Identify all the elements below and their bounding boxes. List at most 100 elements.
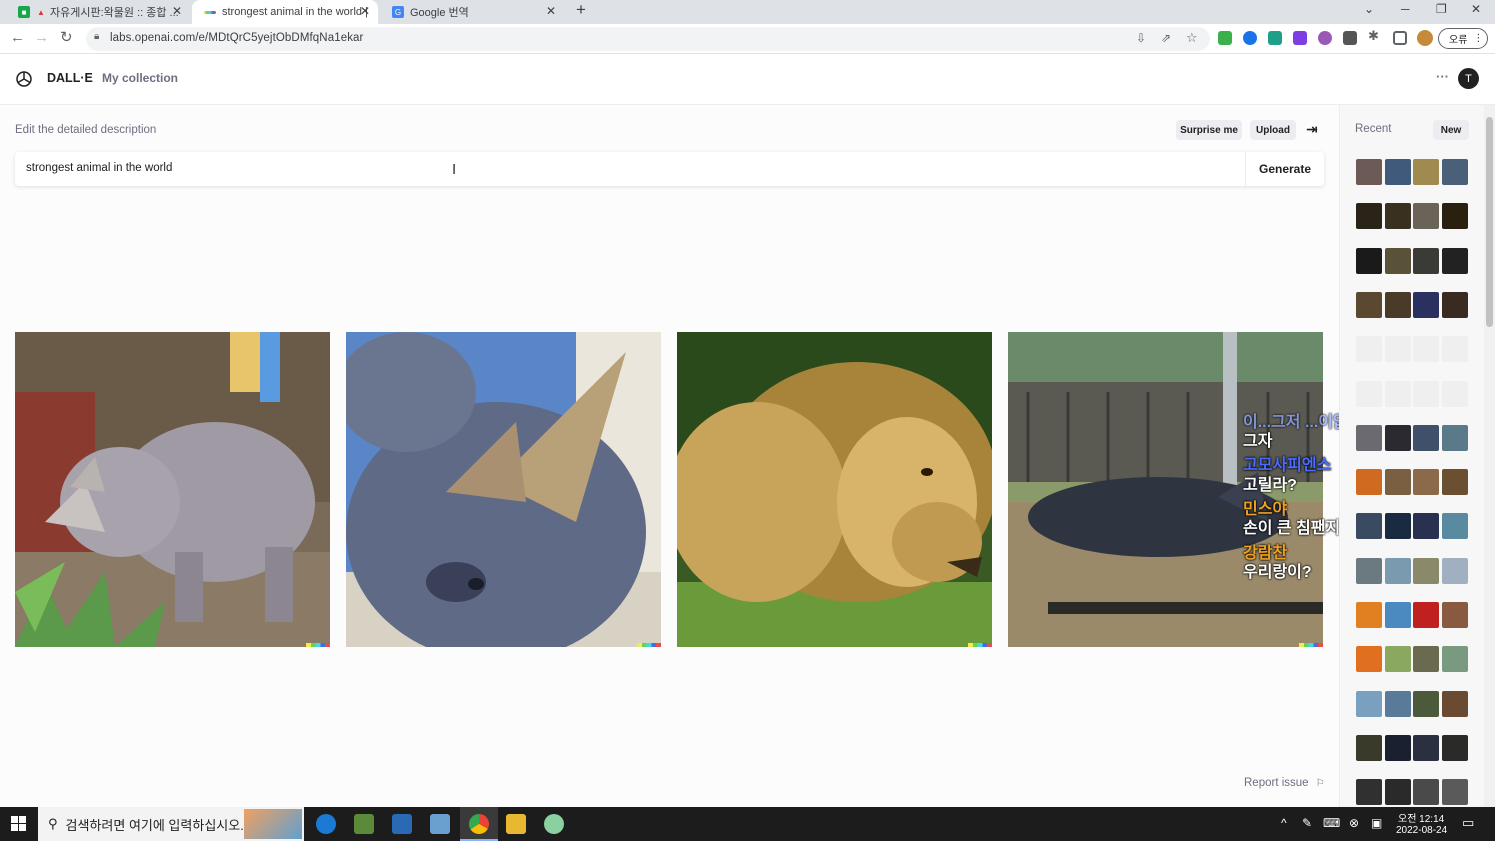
- recent-thumbnail[interactable]: [1384, 557, 1411, 584]
- recent-thumbnail[interactable]: [1356, 336, 1382, 363]
- recent-thumbnail[interactable]: [1356, 557, 1382, 584]
- close-tab-icon[interactable]: ✕: [360, 4, 370, 18]
- recent-thumbnail[interactable]: [1384, 646, 1411, 673]
- recent-thumbnail[interactable]: [1384, 424, 1411, 451]
- recent-thumbnail[interactable]: [1413, 159, 1439, 185]
- install-icon[interactable]: ⇩: [1136, 31, 1146, 45]
- recent-thumbnail[interactable]: [1413, 380, 1439, 407]
- report-issue-link[interactable]: Report issue ⚐: [1244, 777, 1325, 789]
- windows-start-icon[interactable]: [11, 816, 26, 831]
- collapse-sidebar-icon[interactable]: ⇥: [1306, 121, 1318, 138]
- recent-thumbnail[interactable]: [1356, 779, 1382, 806]
- extension-s-icon[interactable]: [1268, 31, 1282, 45]
- recent-thumbnail[interactable]: [1384, 336, 1411, 363]
- address-bar[interactable]: 🔒︎ labs.openai.com/e/MDtQrC5yejtObDMfqNa…: [86, 27, 1210, 51]
- minimize-icon[interactable]: ─: [1401, 2, 1410, 16]
- recent-thumbnail[interactable]: [1384, 779, 1411, 806]
- recent-thumbnail[interactable]: [1356, 646, 1382, 673]
- recent-thumbnail[interactable]: [1413, 247, 1439, 274]
- result-image-1[interactable]: [15, 332, 330, 647]
- brand-link[interactable]: DALL·E: [47, 71, 93, 85]
- recent-thumbnail[interactable]: [1384, 291, 1411, 318]
- scrollbar-thumb[interactable]: [1486, 117, 1493, 327]
- recent-thumbnail[interactable]: [1413, 690, 1439, 717]
- recent-thumbnail[interactable]: [1384, 690, 1411, 717]
- tab-search-icon[interactable]: ⌄: [1364, 2, 1374, 16]
- recent-thumbnail[interactable]: [1441, 203, 1468, 230]
- chrome-taskbar-button[interactable]: [460, 807, 498, 841]
- recent-thumbnail[interactable]: [1441, 469, 1468, 496]
- recent-thumbnail[interactable]: [1413, 469, 1439, 496]
- extension-grey-icon[interactable]: [1343, 31, 1357, 45]
- back-icon[interactable]: ←: [10, 30, 25, 46]
- recent-thumbnail[interactable]: [1441, 557, 1468, 584]
- new-button[interactable]: New: [1433, 120, 1469, 140]
- more-menu-icon[interactable]: ···: [1436, 69, 1449, 84]
- recent-thumbnail[interactable]: [1356, 602, 1382, 628]
- recent-thumbnail[interactable]: [1441, 513, 1468, 540]
- file-explorer-icon[interactable]: [506, 814, 526, 834]
- recent-thumbnail[interactable]: [1441, 247, 1468, 274]
- recent-thumbnail[interactable]: [1413, 602, 1439, 628]
- result-image-3[interactable]: [677, 332, 992, 647]
- error-profile-button[interactable]: 오류 ⋮: [1438, 28, 1488, 49]
- notification-icon[interactable]: ▭: [1462, 815, 1474, 831]
- mute-icon[interactable]: ⊗: [1349, 816, 1359, 830]
- close-window-icon[interactable]: ✕: [1471, 2, 1481, 16]
- browser-tab-forum[interactable]: ■ ▲ 자유게시판:왁물원 :: 종합 ... ✕: [6, 0, 190, 24]
- profile-avatar[interactable]: [1417, 30, 1433, 46]
- recent-thumbnail[interactable]: [1441, 336, 1468, 363]
- browser-tab-dalle[interactable]: strongest animal in the world | ✕: [192, 0, 378, 24]
- recent-thumbnail[interactable]: [1441, 779, 1468, 806]
- clock-date[interactable]: 2022-08-24: [1396, 825, 1447, 836]
- recent-thumbnail[interactable]: [1441, 159, 1468, 185]
- recent-thumbnail[interactable]: [1384, 602, 1411, 628]
- recent-thumbnail[interactable]: [1356, 159, 1382, 185]
- recent-thumbnail[interactable]: [1413, 734, 1439, 761]
- upload-button[interactable]: Upload: [1250, 120, 1296, 140]
- extension-green-icon[interactable]: [1218, 31, 1232, 45]
- recent-thumbnail[interactable]: [1413, 203, 1439, 230]
- pen-icon[interactable]: ✎: [1302, 816, 1312, 830]
- extensions-puzzle-icon[interactable]: ✱: [1368, 28, 1382, 43]
- result-image-2[interactable]: [346, 332, 661, 647]
- extension-circle-icon[interactable]: [1318, 31, 1332, 45]
- recent-thumbnail[interactable]: [1441, 690, 1468, 717]
- bookmark-star-icon[interactable]: ☆: [1186, 30, 1198, 46]
- notepad-icon[interactable]: [430, 814, 450, 834]
- recent-thumbnail[interactable]: [1413, 779, 1439, 806]
- recent-thumbnail[interactable]: [1441, 380, 1468, 407]
- recent-thumbnail[interactable]: [1384, 159, 1411, 185]
- browser-tab-translate[interactable]: G Google 번역 ✕: [380, 0, 564, 24]
- share-icon[interactable]: ⇗: [1161, 31, 1171, 45]
- recent-thumbnail[interactable]: [1356, 291, 1382, 318]
- close-tab-icon[interactable]: ✕: [546, 4, 556, 18]
- extension-v-icon[interactable]: [1293, 31, 1307, 45]
- ime-icon[interactable]: ▣: [1371, 816, 1382, 830]
- recent-thumbnail[interactable]: [1356, 424, 1382, 451]
- edge-icon[interactable]: [316, 814, 336, 834]
- forward-icon[interactable]: →: [34, 30, 49, 46]
- recent-thumbnail[interactable]: [1413, 557, 1439, 584]
- tray-chevron-icon[interactable]: ^: [1281, 816, 1287, 830]
- openai-logo-icon[interactable]: [15, 70, 33, 88]
- recent-thumbnail[interactable]: [1441, 424, 1468, 451]
- recent-thumbnail[interactable]: [1413, 424, 1439, 451]
- recent-thumbnail[interactable]: [1441, 602, 1468, 628]
- recent-thumbnail[interactable]: [1384, 734, 1411, 761]
- recent-thumbnail[interactable]: [1441, 291, 1468, 318]
- close-tab-icon[interactable]: ✕: [172, 4, 182, 18]
- recent-thumbnail[interactable]: [1384, 203, 1411, 230]
- recent-thumbnail[interactable]: [1441, 646, 1468, 673]
- recent-thumbnail[interactable]: [1356, 203, 1382, 230]
- side-panel-icon[interactable]: [1393, 31, 1407, 45]
- recent-thumbnail[interactable]: [1384, 380, 1411, 407]
- recent-thumbnail[interactable]: [1356, 513, 1382, 540]
- recent-thumbnail[interactable]: [1413, 646, 1439, 673]
- recent-thumbnail[interactable]: [1413, 291, 1439, 318]
- recent-thumbnail[interactable]: [1384, 469, 1411, 496]
- my-collection-link[interactable]: My collection: [102, 71, 178, 85]
- recent-thumbnail[interactable]: [1356, 380, 1382, 407]
- recent-thumbnail[interactable]: [1384, 513, 1411, 540]
- clock-time[interactable]: 오전 12:14: [1398, 810, 1444, 825]
